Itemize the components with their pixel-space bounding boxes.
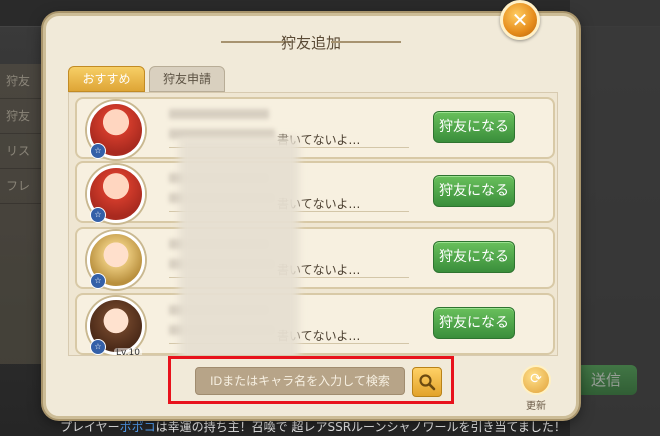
dialog-title: 狩友追加 xyxy=(280,34,341,52)
search-button[interactable] xyxy=(412,367,442,397)
title-ornament-right xyxy=(331,41,401,43)
list-item: ☆ Lv.10 書いてないよ… 狩友になる xyxy=(75,293,555,355)
refresh-button[interactable]: ⟳ 更新 xyxy=(520,365,552,412)
recommended-list[interactable]: ☆ 書いてないよ… 狩友になる ☆ 書いてないよ… 狩友になる ☆ 書いてないよ… xyxy=(68,92,558,356)
avatar: ☆ xyxy=(87,231,145,289)
chat-message: プレイヤーポポコは幸運の持ち主！召喚で 超レアSSRルーンシャノワールを引き当て… xyxy=(60,418,580,436)
background-sidebar-item: リス xyxy=(0,134,46,169)
list-item: ☆ 書いてないよ… 狩友になる xyxy=(75,97,555,159)
chat-player-name: ポポコ xyxy=(119,420,156,434)
rank-badge: ☆ xyxy=(90,273,106,289)
list-item: ☆ 書いてないよ… 狩友になる xyxy=(75,161,555,223)
add-friend-button[interactable]: 狩友になる xyxy=(433,307,515,339)
add-friend-button[interactable]: 狩友になる xyxy=(433,111,515,143)
rank-badge: ☆ xyxy=(90,339,106,355)
refresh-label: 更新 xyxy=(526,401,546,412)
level-badge: Lv.10 xyxy=(114,348,142,356)
add-friend-button[interactable]: 狩友になる xyxy=(433,241,515,273)
search-input[interactable] xyxy=(195,367,405,395)
search-icon xyxy=(419,374,436,391)
list-item: ☆ 書いてないよ… 狩友になる xyxy=(75,227,555,289)
add-friend-button[interactable]: 狩友になる xyxy=(433,175,515,207)
chat-text: は幸運の持ち主！召喚で 超レアSSRルーンシャノワールを引き当てました！ xyxy=(155,420,566,434)
background-sidebar-item: フレ xyxy=(0,169,46,204)
refresh-icon: ⟳ xyxy=(521,365,551,395)
avatar: ☆ xyxy=(87,101,145,159)
send-button: 送信 xyxy=(575,365,637,395)
avatar: ☆ Lv.10 xyxy=(87,297,145,355)
rank-badge: ☆ xyxy=(90,207,106,223)
close-icon[interactable]: ✕ xyxy=(500,0,540,40)
chat-prefix: プレイヤー xyxy=(60,420,120,434)
tab-friend-requests[interactable]: 狩友申請 xyxy=(149,66,225,92)
background-sidebar: 狩友 狩友 リス フレ xyxy=(0,64,46,364)
tab-recommended[interactable]: おすすめ xyxy=(68,66,145,92)
avatar: ☆ xyxy=(87,165,145,223)
privacy-blur xyxy=(179,137,299,355)
background-sidebar-item: 狩友 xyxy=(0,99,46,134)
name-redacted xyxy=(169,109,269,119)
background-sidebar-item: 狩友 xyxy=(0,64,46,99)
rank-badge: ☆ xyxy=(90,143,106,159)
